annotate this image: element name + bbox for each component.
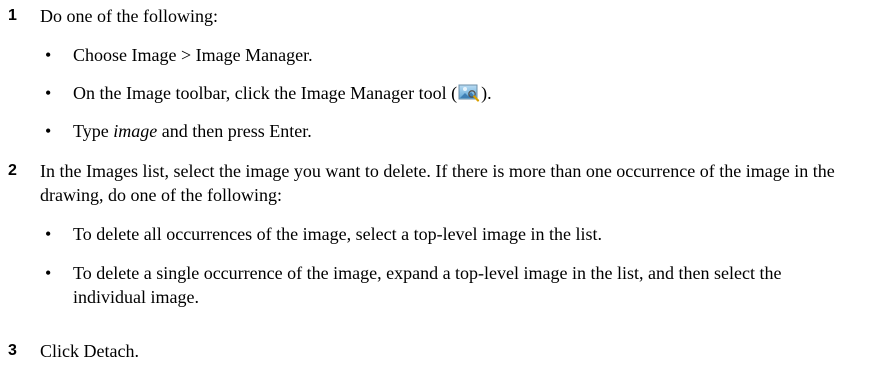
bullet-text-italic: image (113, 121, 158, 141)
bullet-icon: • (45, 121, 52, 141)
image-manager-tool-icon (458, 84, 480, 102)
bullet-text-after: and then press Enter. (157, 121, 312, 141)
bullet-icon: • (45, 263, 52, 283)
bullet-text-before: On the Image toolbar, click the Image Ma… (73, 83, 458, 103)
step-text: Click Detach. (40, 341, 139, 361)
bullet-text-before: Type (73, 121, 114, 141)
bullet-text: On the Image toolbar, click the Image Ma… (73, 81, 853, 105)
bullet-text: To delete a single occurrence of the ima… (73, 263, 782, 307)
bullet-icon: • (45, 224, 52, 244)
step-number: 1 (8, 7, 17, 24)
bullet-icon: • (45, 83, 52, 103)
step-number: 2 (8, 162, 17, 179)
bullet-text-after: ). (481, 83, 492, 103)
step-text: Do one of the following: (40, 6, 218, 26)
bullet-text: Choose Image > Image Manager. (73, 45, 313, 65)
step-text: In the Images list, select the image you… (40, 161, 835, 205)
bullet-text: Type image and then press Enter. (73, 119, 853, 143)
bullet-icon: • (45, 45, 52, 65)
bullet-text: To delete all occurrences of the image, … (73, 224, 603, 244)
step-number: 3 (8, 342, 17, 359)
